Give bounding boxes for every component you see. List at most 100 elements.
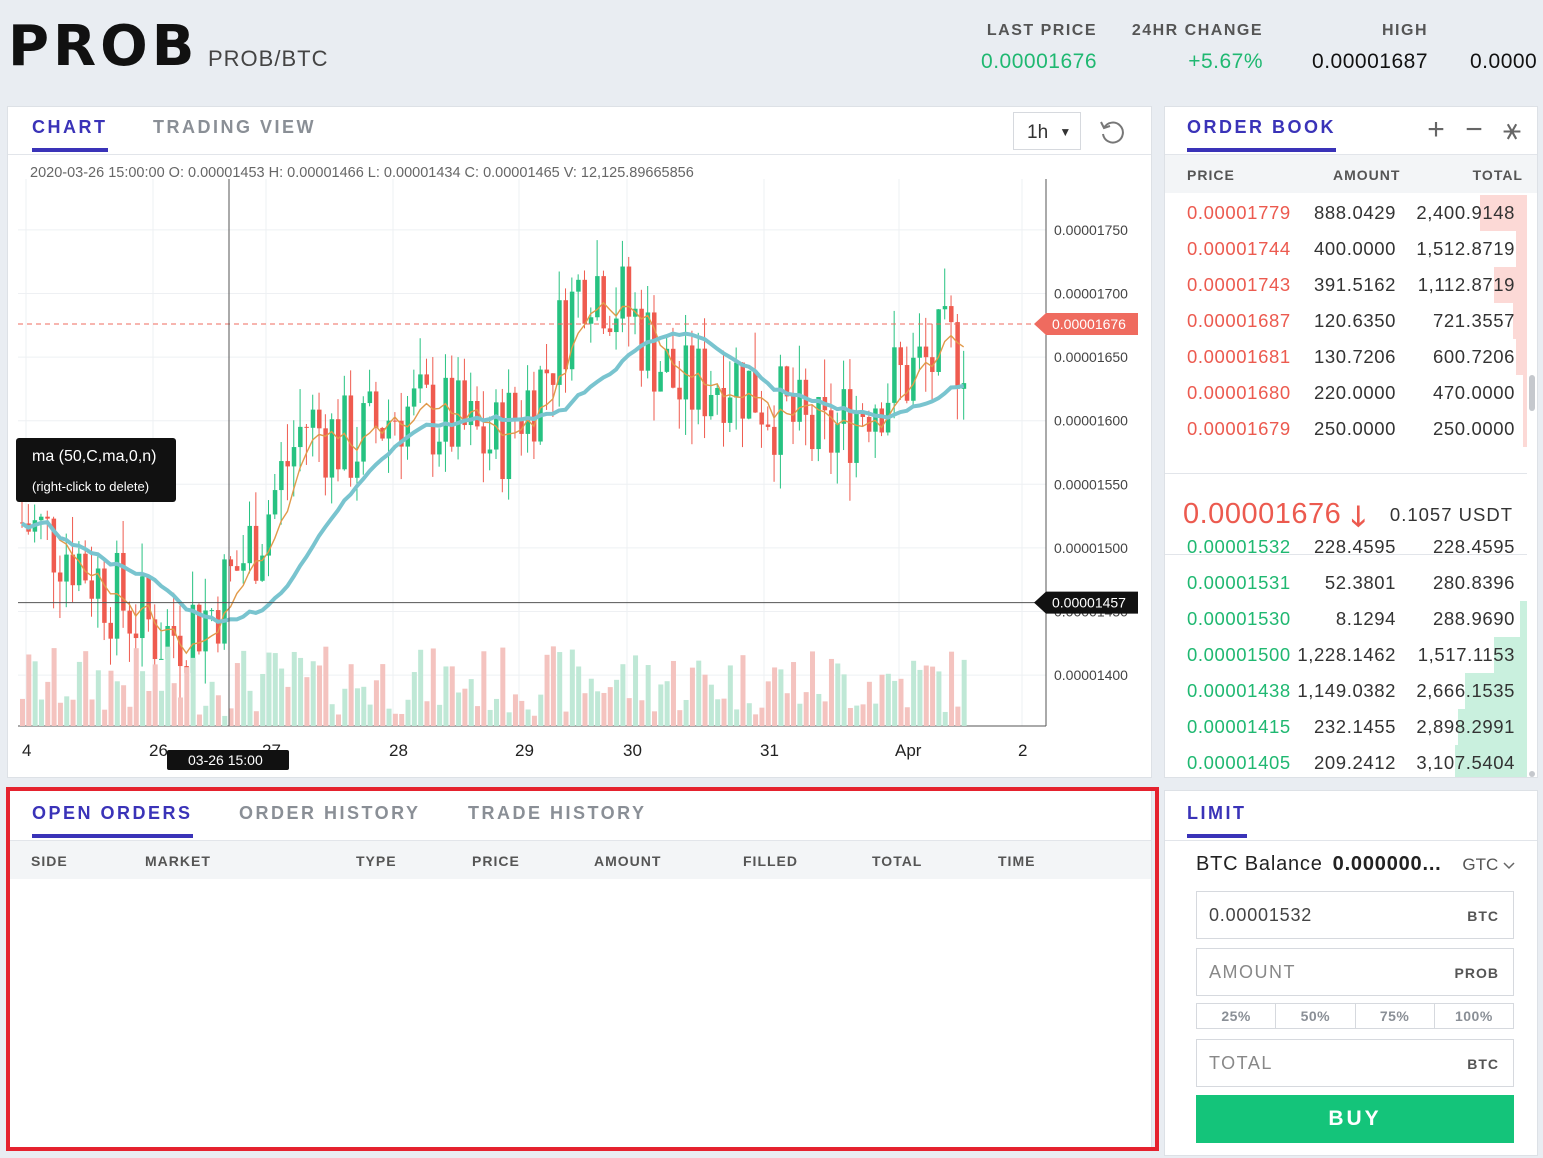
asks-scrollbar[interactable] [1529,375,1535,411]
volume-bar [557,652,563,726]
candle-body [708,394,714,417]
price-input[interactable] [1209,902,1439,928]
volume-bar [89,699,95,726]
balance-label: BTC Balance [1196,853,1323,875]
tab-open-orders[interactable]: OPEN ORDERS [32,803,193,838]
candle-body [727,397,733,423]
x-tick-label: 31 [760,741,779,760]
total-field[interactable]: BTC [1196,1039,1514,1087]
volume-bar [708,684,714,726]
amount-field[interactable]: PROB [1196,948,1514,996]
percent-75-button[interactable]: 75% [1356,1004,1435,1028]
volume-bar [424,701,430,726]
tab-order-book[interactable]: ORDER BOOK [1187,117,1337,152]
candle-body [696,348,701,410]
time-in-force-select[interactable]: GTC [1462,855,1515,875]
ask-row[interactable]: 0.00001681 130.7206 600.7206 [1165,339,1527,375]
volume-bar [430,648,436,726]
percent-50-button[interactable]: 50% [1276,1004,1356,1028]
ask-total: 1,112.8719 [1417,274,1515,295]
tab-chart[interactable]: CHART [32,117,108,152]
x-tick-label: 28 [389,741,408,760]
bid-row[interactable]: 0.00001415 232.1455 2,898.2991 [1165,709,1527,745]
bid-row[interactable]: 0.00001531 52.3801 280.8396 [1165,565,1527,601]
percent-100-button[interactable]: 100% [1435,1004,1513,1028]
bid-amount: 232.1455 [1314,716,1396,737]
tab-trading-view[interactable]: TRADING VIEW [153,117,316,148]
volume-bar [392,713,398,726]
refresh-icon[interactable] [1098,117,1128,147]
volume-bar [759,707,765,726]
tab-limit[interactable]: LIMIT [1187,803,1247,838]
volume-bar [159,690,165,726]
candlestick-chart[interactable]: 0.00001750 0.00001700 0.00001650 0.00001600… [8,155,1151,777]
bid-price: 0.00001415 [1187,716,1291,737]
amount-input[interactable] [1209,959,1439,985]
bid-total: 280.8396 [1433,572,1515,593]
volume-bar [506,712,512,726]
candle-body [304,426,309,428]
candle-body [317,409,322,429]
tab-order-history[interactable]: ORDER HISTORY [239,803,421,834]
volume-bar [32,661,38,726]
volume-bar [614,679,620,726]
candle-body [272,490,278,515]
candle-body [348,395,354,478]
volume-bar [588,678,594,726]
candle-body [70,554,76,586]
ask-price: 0.00001743 [1187,274,1291,295]
ask-row[interactable]: 0.00001743 391.5162 1,112.8719 [1165,267,1527,303]
ask-row[interactable]: 0.00001779 888.0429 2,400.9148 [1165,195,1527,231]
volume-bar [670,660,676,726]
volume-bar [898,678,904,726]
bid-row[interactable]: 0.00001532 228.4595 228.4595 [1165,529,1527,565]
ask-row[interactable]: 0.00001680 220.0000 470.0000 [1165,375,1527,411]
percent-25-button[interactable]: 25% [1197,1004,1277,1028]
volume-bar [753,714,759,726]
ask-row[interactable]: 0.00001679 250.0000 250.0000 [1165,411,1527,447]
total-input[interactable] [1209,1050,1439,1076]
bid-row[interactable]: 0.00001500 1,228.1462 1,517.1153 [1165,637,1527,673]
stat-high: HIGH 0.00001687 [1312,22,1428,74]
market-header: PROB PROB/BTC LAST PRICE 0.00001676 24HR… [0,0,1543,100]
ask-total: 600.7206 [1433,346,1515,367]
ask-total: 721.3557 [1433,310,1515,331]
y-tick-label: 0.00001550 [1054,476,1128,492]
zoom-out-icon[interactable]: − [1459,113,1489,149]
ask-price: 0.00001687 [1187,310,1291,331]
volume-bar [727,665,733,726]
stat-value: 0.00001687 [1312,50,1428,73]
interval-select[interactable]: 1h ▼ [1013,112,1081,150]
bid-row[interactable]: 0.00001438 1,149.0382 2,666.1535 [1165,673,1527,709]
tab-trade-history[interactable]: TRADE HISTORY [468,803,647,834]
volume-bar [121,685,127,726]
candle-body [879,408,885,433]
zoom-in-icon[interactable]: + [1421,113,1451,149]
bid-row[interactable]: 0.00001405 209.2412 3,107.5404 [1165,745,1527,777]
volume-bar [500,647,506,726]
bid-row[interactable]: 0.00001530 8.1294 288.9690 [1165,601,1527,637]
bid-total: 3,107.5404 [1416,752,1515,773]
candle-body [898,347,903,366]
bids-scrollbar[interactable] [1529,771,1535,777]
candle-body [620,266,625,319]
candle-body [512,392,518,421]
ask-row[interactable]: 0.00001687 120.6350 721.3557 [1165,303,1527,339]
grouping-icon[interactable]: ⚹ [1497,113,1527,149]
candle-body [904,365,910,401]
candle-body [76,553,82,586]
volume-bar [620,664,626,726]
order-book-tabs: ORDER BOOK + − ⚹ [1165,107,1537,155]
price-unit: BTC [1467,908,1499,924]
ask-row[interactable]: 0.00001744 400.0000 1,512.8719 [1165,231,1527,267]
volume-bar [923,665,929,726]
volume-bar [215,695,221,726]
volume-bar [828,658,834,726]
price-field[interactable]: BTC [1196,891,1514,939]
volume-bar [348,664,354,726]
orders-tabs: OPEN ORDERS ORDER HISTORY TRADE HISTORY [8,791,1151,841]
bid-price: 0.00001500 [1187,644,1291,665]
buy-button[interactable]: BUY [1196,1095,1514,1143]
volume-bar [184,667,190,726]
volume-bar [38,699,44,726]
